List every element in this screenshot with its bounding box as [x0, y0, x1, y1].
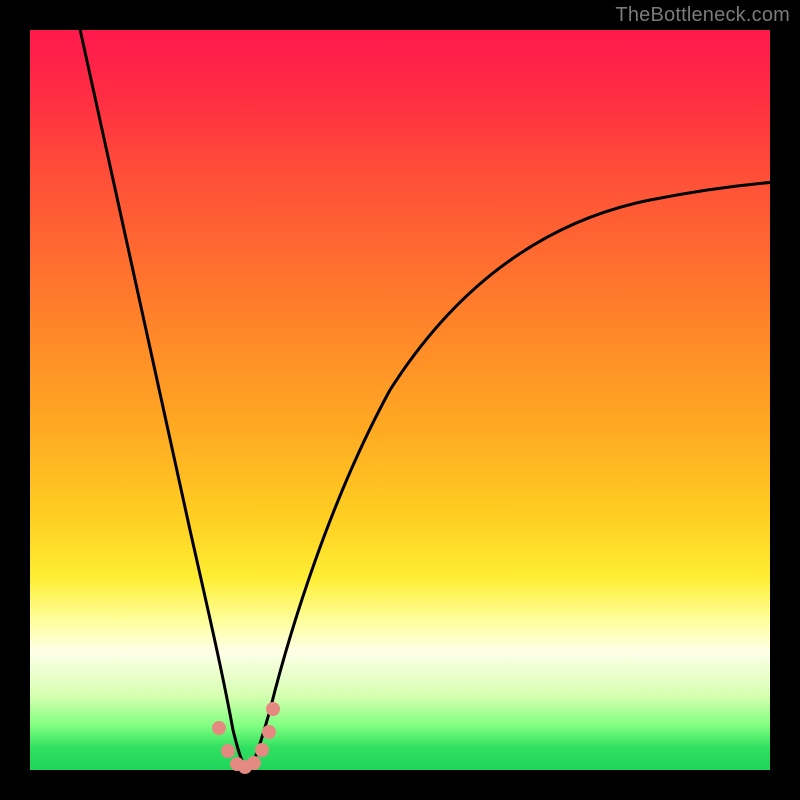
- watermark-text: TheBottleneck.com: [615, 4, 790, 27]
- highlight-dot: [262, 725, 276, 739]
- highlight-dot: [255, 743, 269, 757]
- highlight-dot: [247, 756, 261, 770]
- plot-area: [30, 30, 770, 770]
- chart-frame: TheBottleneck.com: [0, 0, 800, 800]
- highlight-dot: [221, 744, 235, 758]
- highlight-dot: [212, 721, 226, 735]
- highlight-dot: [266, 702, 280, 716]
- highlight-dots-group: [30, 30, 770, 770]
